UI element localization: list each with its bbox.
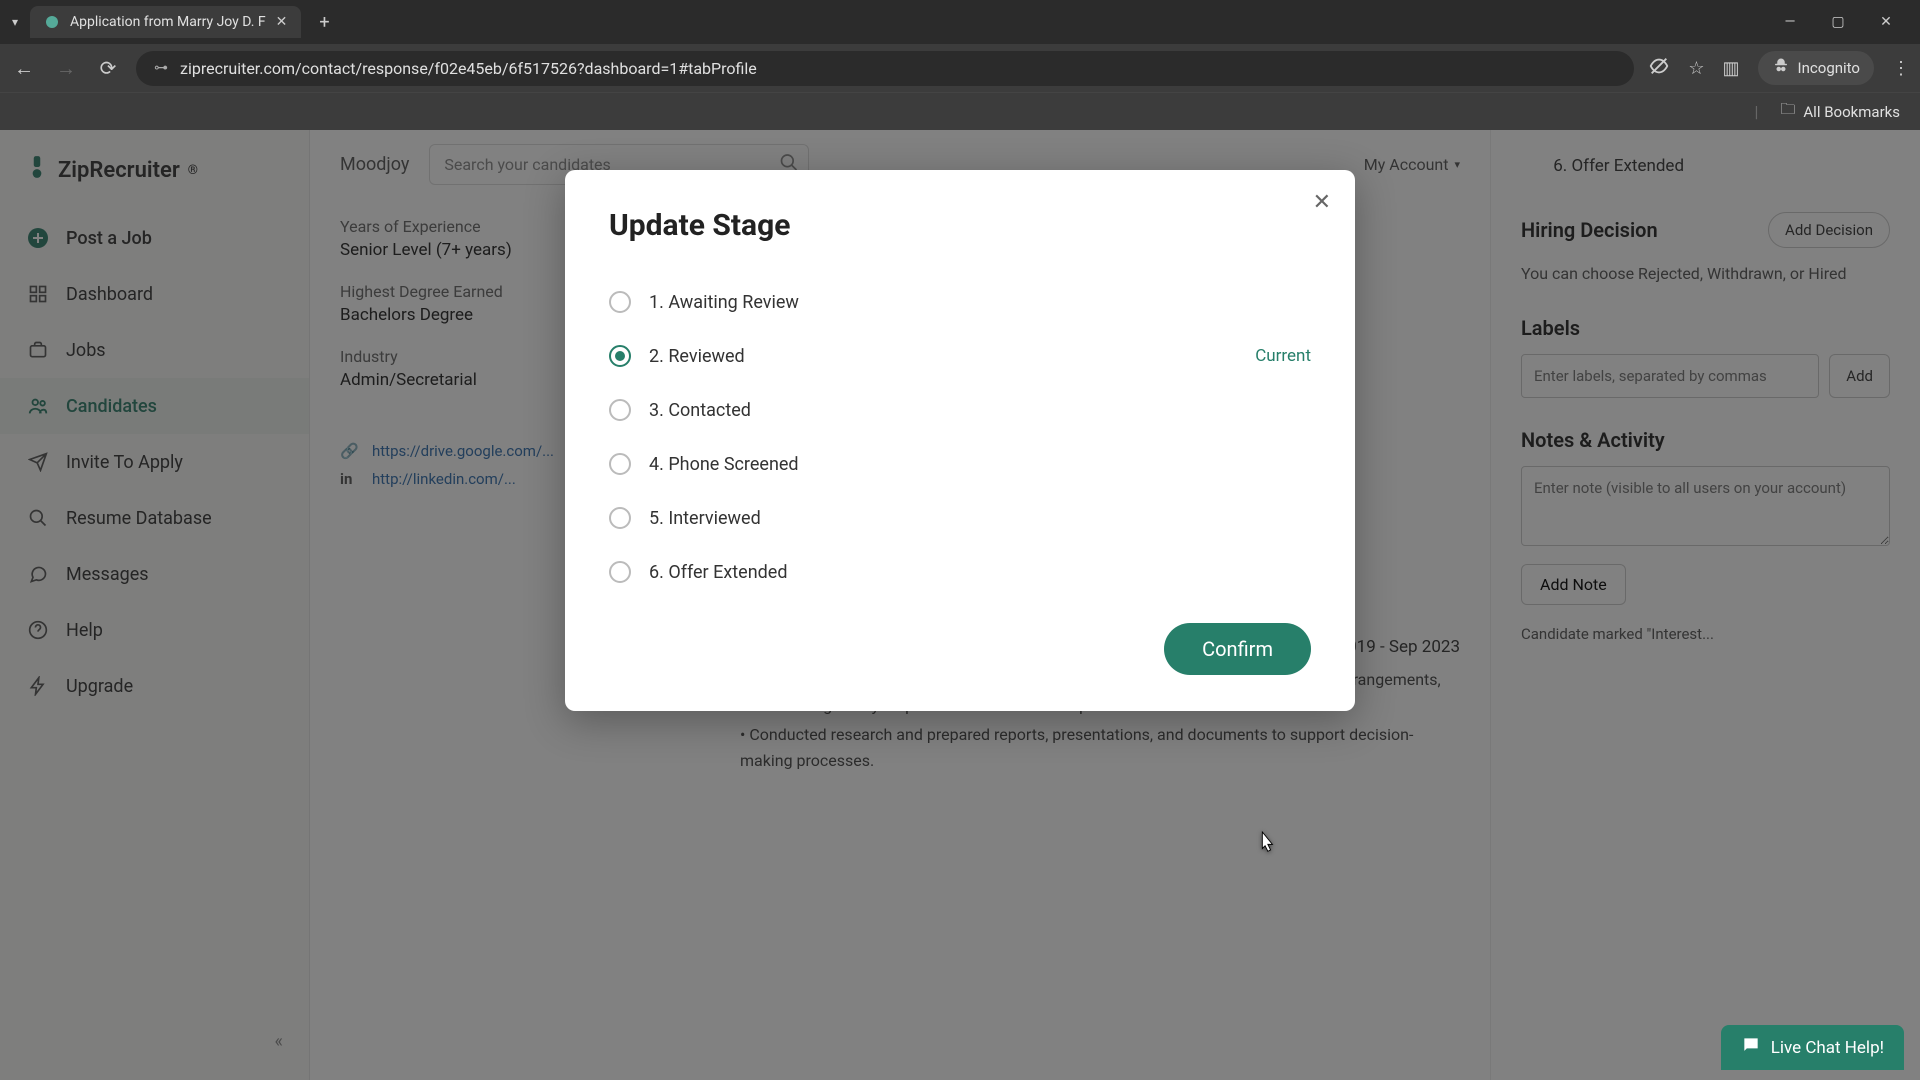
- browser-chrome: ▾ Application from Marry Joy D. F ✕ + — …: [0, 0, 1920, 130]
- modal-close-button[interactable]: ✕: [1313, 190, 1331, 215]
- back-button[interactable]: ←: [10, 56, 38, 81]
- modal-title: Update Stage: [609, 208, 1311, 243]
- current-badge: Current: [1255, 346, 1311, 366]
- stage-option-awaiting-review[interactable]: 1. Awaiting Review: [609, 275, 1311, 329]
- window-controls: — ▢ ✕: [1780, 14, 1912, 30]
- radio-icon: [609, 453, 631, 475]
- live-chat-button[interactable]: Live Chat Help!: [1721, 1025, 1904, 1070]
- tabs-dropdown-icon[interactable]: ▾: [8, 11, 22, 33]
- url-text: ziprecruiter.com/contact/response/f02e45…: [180, 59, 1616, 78]
- stage-option-phone-screened[interactable]: 4. Phone Screened: [609, 437, 1311, 491]
- bookmark-star-icon[interactable]: ☆: [1688, 58, 1704, 79]
- stage-option-contacted[interactable]: 3. Contacted: [609, 383, 1311, 437]
- side-panel-icon[interactable]: ▥: [1723, 58, 1740, 79]
- new-tab-button[interactable]: +: [309, 8, 339, 37]
- confirm-button[interactable]: Confirm: [1164, 623, 1311, 675]
- browser-tab[interactable]: Application from Marry Joy D. F ✕: [30, 6, 301, 38]
- update-stage-modal: ✕ Update Stage 1. Awaiting Review 2. Rev…: [565, 170, 1355, 711]
- incognito-eye-icon[interactable]: [1648, 55, 1670, 82]
- all-bookmarks-button[interactable]: 🗀 All Bookmarks: [1780, 99, 1900, 124]
- radio-icon: [609, 291, 631, 313]
- incognito-icon: [1772, 57, 1790, 79]
- address-bar[interactable]: ⊶ ziprecruiter.com/contact/response/f02e…: [136, 51, 1634, 86]
- close-window-icon[interactable]: ✕: [1876, 14, 1896, 30]
- forward-button: →: [52, 56, 80, 81]
- folder-icon: 🗀: [1780, 99, 1795, 124]
- radio-icon: [609, 507, 631, 529]
- incognito-badge[interactable]: Incognito: [1758, 51, 1874, 85]
- modal-overlay[interactable]: ✕ Update Stage 1. Awaiting Review 2. Rev…: [0, 130, 1920, 1080]
- radio-icon: [609, 345, 631, 367]
- stage-option-reviewed[interactable]: 2. Reviewed Current: [609, 329, 1311, 383]
- reload-button[interactable]: ⟳: [94, 56, 122, 80]
- tab-title: Application from Marry Joy D. F: [70, 14, 266, 30]
- site-info-icon[interactable]: ⊶: [154, 60, 168, 76]
- maximize-icon[interactable]: ▢: [1828, 14, 1848, 30]
- tab-bar: ▾ Application from Marry Joy D. F ✕ + — …: [0, 0, 1920, 44]
- tab-favicon-icon: [44, 14, 60, 30]
- radio-icon: [609, 561, 631, 583]
- stage-option-interviewed[interactable]: 5. Interviewed: [609, 491, 1311, 545]
- chat-icon: [1741, 1035, 1761, 1060]
- url-bar: ← → ⟳ ⊶ ziprecruiter.com/contact/respons…: [0, 44, 1920, 92]
- bookmarks-bar: | 🗀 All Bookmarks: [0, 92, 1920, 130]
- stage-option-offer-extended[interactable]: 6. Offer Extended: [609, 545, 1311, 599]
- tab-close-icon[interactable]: ✕: [276, 14, 288, 30]
- minimize-icon[interactable]: —: [1780, 14, 1800, 30]
- bookmarks-separator: |: [1754, 102, 1758, 121]
- browser-menu-icon[interactable]: ⋮: [1892, 58, 1910, 79]
- radio-icon: [609, 399, 631, 421]
